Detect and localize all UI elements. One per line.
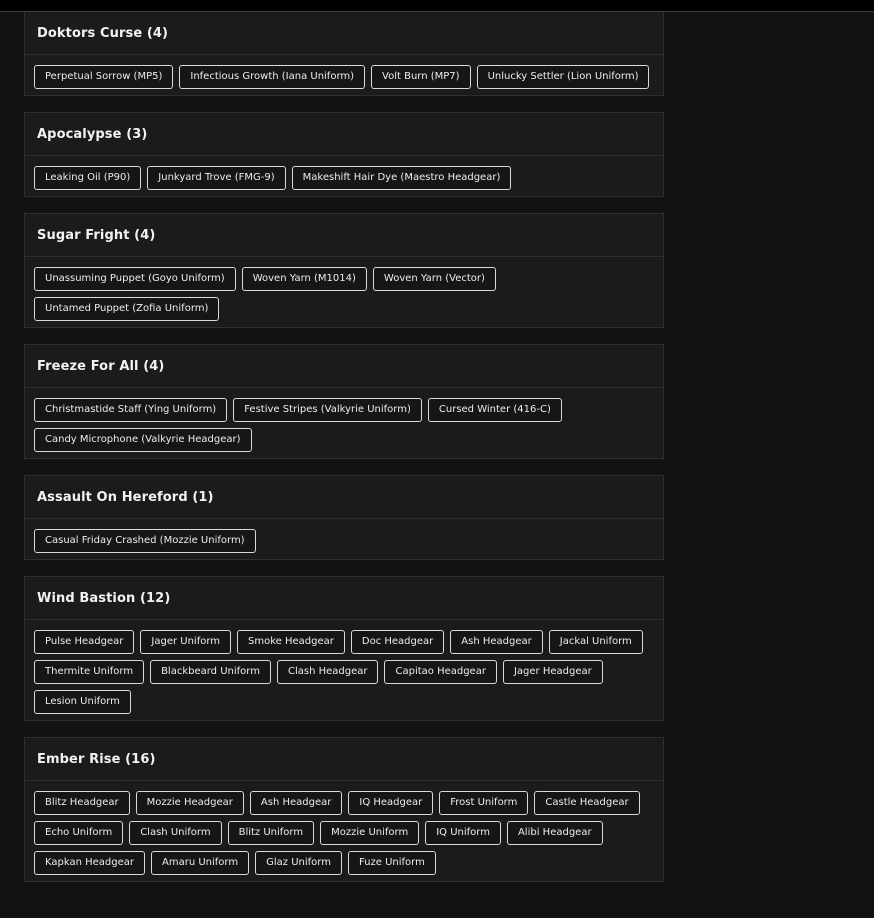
item-chip[interactable]: Unlucky Settler (Lion Uniform): [476, 65, 650, 89]
event-card: Doktors Curse (4) Perpetual Sorrow (MP5) I…: [24, 12, 664, 96]
item-chip[interactable]: Thermite Uniform: [34, 660, 145, 684]
event-card-header: Doktors Curse (4): [25, 12, 663, 55]
event-card: Ember Rise (16) Blitz Headgear Mozzie Head…: [24, 737, 664, 882]
item-chip[interactable]: Blitz Headgear: [34, 791, 130, 815]
item-chip[interactable]: Blackbeard Uniform: [150, 660, 271, 684]
event-title: Sugar Fright (4): [37, 227, 156, 243]
event-card-header: Ember Rise (16): [25, 738, 663, 781]
top-bar: [0, 0, 874, 12]
event-items: Blitz Headgear Mozzie Headgear Ash Headgea…: [25, 781, 663, 881]
event-title: Assault On Hereford (1): [37, 489, 214, 505]
event-card: Wind Bastion (12) Pulse Headgear Jager Uni…: [24, 576, 664, 721]
item-chip[interactable]: Castle Headgear: [534, 791, 640, 815]
event-items: Unassuming Puppet (Goyo Uniform) Woven Ya…: [25, 257, 663, 327]
event-card: Apocalypse (3) Leaking Oil (P90) Junkyard …: [24, 112, 664, 197]
item-chip[interactable]: Unassuming Puppet (Goyo Uniform): [34, 267, 236, 291]
item-chip[interactable]: IQ Uniform: [425, 821, 501, 845]
item-chip[interactable]: Echo Uniform: [34, 821, 124, 845]
item-chip[interactable]: Junkyard Trove (FMG-9): [147, 166, 286, 190]
event-items: Pulse Headgear Jager Uniform Smoke Headgea…: [25, 620, 663, 720]
item-chip[interactable]: Festive Stripes (Valkyrie Uniform): [233, 398, 422, 422]
event-items: Christmastide Staff (Ying Uniform) Festiv…: [25, 388, 663, 458]
event-card-header: Assault On Hereford (1): [25, 476, 663, 519]
item-chip[interactable]: Capitao Headgear: [384, 660, 497, 684]
item-chip[interactable]: Infectious Growth (Iana Uniform): [179, 65, 366, 89]
item-chip[interactable]: Doc Headgear: [350, 630, 445, 654]
event-card: Sugar Fright (4) Unassuming Puppet (Goyo …: [24, 213, 664, 328]
event-card: Assault On Hereford (1) Casual Friday Cra…: [24, 475, 664, 560]
item-chip[interactable]: Clash Uniform: [129, 821, 222, 845]
event-items: Perpetual Sorrow (MP5) Infectious Growth …: [25, 55, 663, 95]
item-chip[interactable]: Pulse Headgear: [34, 630, 135, 654]
item-chip[interactable]: Cursed Winter (416-C): [427, 398, 562, 422]
item-chip[interactable]: Alibi Headgear: [506, 821, 603, 845]
item-chip[interactable]: Leaking Oil (P90): [34, 166, 142, 190]
item-chip[interactable]: IQ Headgear: [348, 791, 434, 815]
event-card-header: Apocalypse (3): [25, 113, 663, 156]
event-card-header: Wind Bastion (12): [25, 577, 663, 620]
item-chip[interactable]: Perpetual Sorrow (MP5): [34, 65, 174, 89]
item-chip[interactable]: Blitz Uniform: [227, 821, 315, 845]
event-card: Freeze For All (4) Christmastide Staff (Y…: [24, 344, 664, 459]
event-items: Casual Friday Crashed (Mozzie Uniform): [25, 519, 663, 559]
item-chip[interactable]: Fuze Uniform: [347, 851, 436, 875]
item-chip[interactable]: Untamed Puppet (Zofia Uniform): [34, 297, 220, 321]
item-chip[interactable]: Frost Uniform: [439, 791, 529, 815]
item-chip[interactable]: Volt Burn (MP7): [371, 65, 471, 89]
item-chip[interactable]: Casual Friday Crashed (Mozzie Uniform): [34, 529, 256, 553]
item-chip[interactable]: Candy Microphone (Valkyrie Headgear): [34, 428, 252, 452]
item-chip[interactable]: Clash Headgear: [276, 660, 379, 684]
event-list: Doktors Curse (4) Perpetual Sorrow (MP5) I…: [24, 12, 664, 898]
item-chip[interactable]: Kapkan Headgear: [34, 851, 146, 875]
event-title: Doktors Curse (4): [37, 25, 169, 41]
item-chip[interactable]: Mozzie Headgear: [135, 791, 244, 815]
item-chip[interactable]: Lesion Uniform: [34, 690, 131, 714]
item-chip[interactable]: Jackal Uniform: [548, 630, 643, 654]
item-chip[interactable]: Makeshift Hair Dye (Maestro Headgear): [291, 166, 512, 190]
item-chip[interactable]: Glaz Uniform: [255, 851, 342, 875]
event-title: Ember Rise (16): [37, 751, 156, 767]
event-card-header: Sugar Fright (4): [25, 214, 663, 257]
item-chip[interactable]: Ash Headgear: [450, 630, 543, 654]
event-title: Freeze For All (4): [37, 358, 165, 374]
item-chip[interactable]: Amaru Uniform: [151, 851, 250, 875]
item-chip[interactable]: Ash Headgear: [249, 791, 343, 815]
event-items: Leaking Oil (P90) Junkyard Trove (FMG-9) M…: [25, 156, 663, 196]
item-chip[interactable]: Jager Headgear: [502, 660, 603, 684]
event-title: Apocalypse (3): [37, 126, 148, 142]
event-card-header: Freeze For All (4): [25, 345, 663, 388]
item-chip[interactable]: Woven Yarn (M1014): [241, 267, 367, 291]
item-chip[interactable]: Smoke Headgear: [237, 630, 345, 654]
item-chip[interactable]: Christmastide Staff (Ying Uniform): [34, 398, 228, 422]
item-chip[interactable]: Woven Yarn (Vector): [372, 267, 496, 291]
event-title: Wind Bastion (12): [37, 590, 171, 606]
item-chip[interactable]: Jager Uniform: [140, 630, 232, 654]
item-chip[interactable]: Mozzie Uniform: [320, 821, 420, 845]
